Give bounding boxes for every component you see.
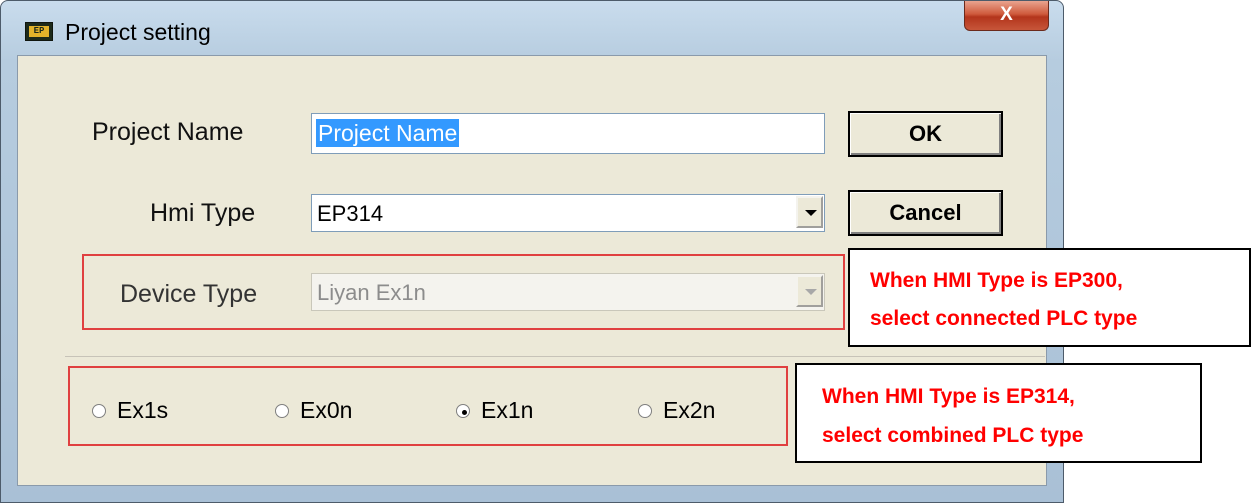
callout-ep314-line1: When HMI Type is EP314, bbox=[822, 385, 1075, 408]
callout-ep314-line2: select combined PLC type bbox=[822, 424, 1084, 447]
chevron-down-icon bbox=[805, 210, 817, 216]
hmi-type-label: Hmi Type bbox=[150, 199, 256, 227]
hmi-type-value: EP314 bbox=[317, 201, 384, 226]
cancel-button[interactable]: Cancel bbox=[848, 190, 1003, 236]
close-button[interactable]: X bbox=[964, 1, 1049, 31]
group-divider bbox=[65, 356, 1045, 357]
app-icon: EP bbox=[25, 22, 53, 41]
project-name-input[interactable]: Project Name bbox=[311, 113, 825, 154]
ok-button[interactable]: OK bbox=[848, 111, 1003, 157]
project-name-label: Project Name bbox=[92, 118, 244, 146]
callout-ep300-line1: When HMI Type is EP300, bbox=[870, 269, 1123, 292]
device-type-highlight bbox=[82, 254, 845, 330]
plc-type-highlight bbox=[68, 366, 788, 446]
callout-ep314: When HMI Type is EP314, select combined … bbox=[795, 363, 1202, 463]
callout-ep300-line2: select connected PLC type bbox=[870, 307, 1138, 330]
title-bar[interactable]: EP Project setting X bbox=[1, 1, 1063, 55]
hmi-type-dropdown-button[interactable] bbox=[796, 196, 823, 228]
project-name-value: Project Name bbox=[316, 119, 460, 147]
hmi-type-select[interactable]: EP314 bbox=[311, 194, 825, 232]
app-icon-label: EP bbox=[29, 26, 49, 37]
callout-ep300: When HMI Type is EP300, select connected… bbox=[848, 248, 1251, 347]
close-icon: X bbox=[1000, 4, 1013, 25]
window-title: Project setting bbox=[65, 19, 211, 45]
